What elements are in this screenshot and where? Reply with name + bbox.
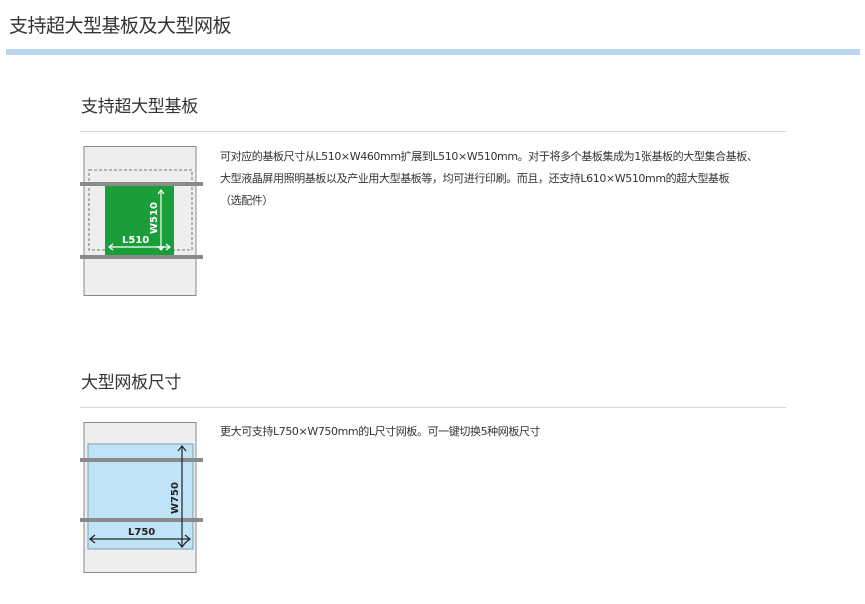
section-oversize-board: 支持超大型基板 L510 W510 可对应的基板尺寸从L510×W460mm扩展… [80,96,786,306]
section-description: 更大可支持L750×W750mm的L尺寸网板。可一键切换5种网板尺寸 [220,421,780,443]
section-title: 大型网板尺寸 [81,373,182,393]
length-label: L750 [128,527,155,538]
section-description: 可对应的基板尺寸从L510×W460mm扩展到L510×W510mm。对于将多个… [220,146,780,212]
page-header: 支持超大型基板及大型网板 [0,0,865,56]
section-title: 支持超大型基板 [81,97,198,117]
width-label: W750 [170,482,181,514]
header-divider-bar [6,49,860,55]
section-large-stencil: 大型网板尺寸 L750 W750 更大可支持L750×W750mm的L尺寸网板。… [80,372,786,582]
top-rail [80,458,203,462]
top-rail [80,182,203,186]
bottom-rail [80,255,203,259]
bottom-rail [80,518,203,522]
page-title: 支持超大型基板及大型网板 [9,15,232,37]
description-line: 更大可支持L750×W750mm的L尺寸网板。可一键切换5种网板尺寸 [220,425,541,438]
board-size-diagram: L510 W510 [80,146,205,298]
section-divider [80,407,786,408]
stencil-size-diagram: L750 W750 [80,422,205,574]
description-line: （选配件） [220,194,273,207]
section-divider [80,131,786,132]
width-label: W510 [149,202,160,234]
length-label: L510 [122,235,149,246]
description-line: 大型液晶屏用照明基板以及产业用大型基板等，均可进行印刷。而且，还支持L610×W… [220,172,730,185]
description-line: 可对应的基板尺寸从L510×W460mm扩展到L510×W510mm。对于将多个… [220,150,758,163]
